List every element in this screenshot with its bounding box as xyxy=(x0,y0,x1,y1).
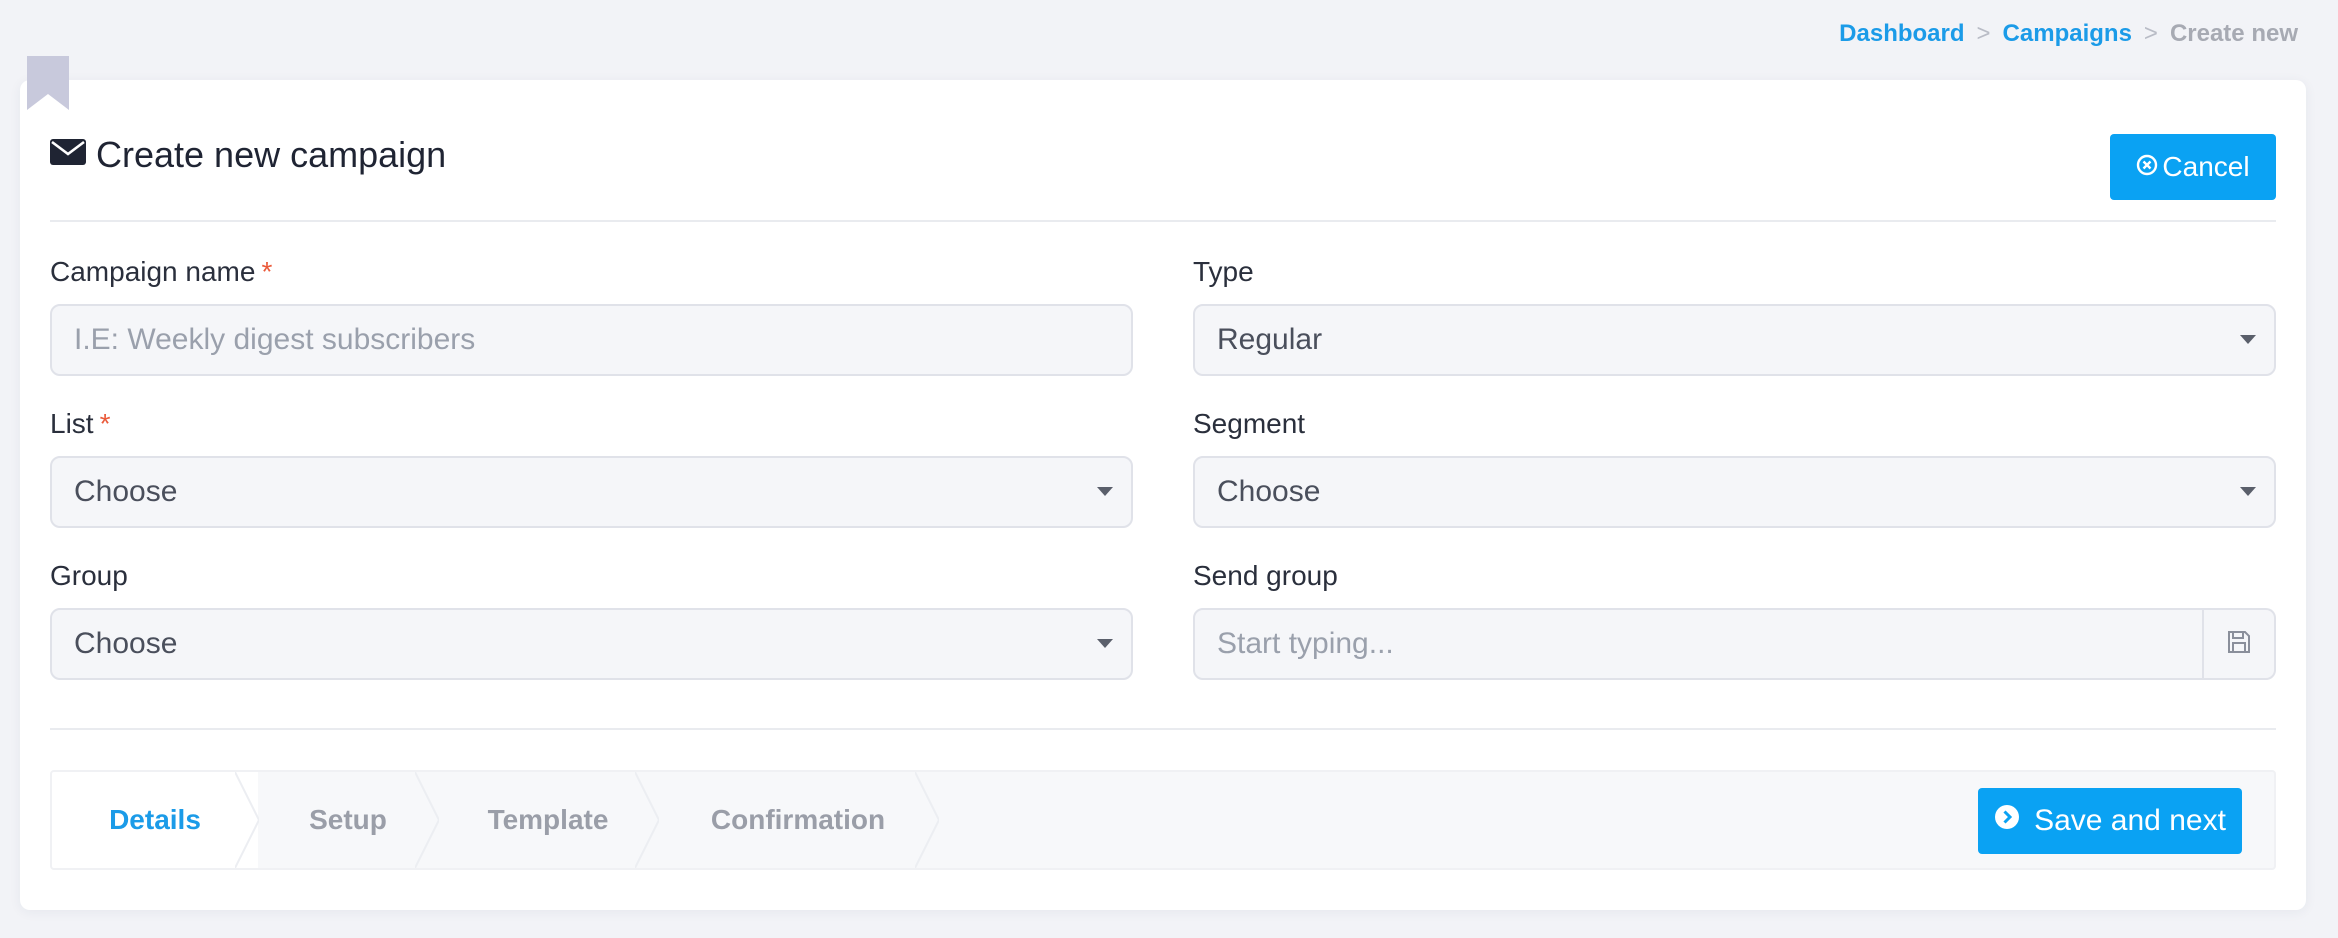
step-template[interactable]: Template xyxy=(438,772,659,868)
step-setup[interactable]: Setup xyxy=(258,772,439,868)
step-confirmation[interactable]: Confirmation xyxy=(658,772,939,868)
step-label: Confirmation xyxy=(710,804,886,835)
campaign-name-label-text: Campaign name xyxy=(50,256,256,287)
campaign-name-placeholder: I.E: Weekly digest subscribers xyxy=(74,323,476,356)
list-select[interactable]: Choose xyxy=(50,456,1133,528)
type-label: Type xyxy=(1193,256,2276,290)
breadcrumb-separator: > xyxy=(1976,20,1991,47)
bookmark-icon xyxy=(27,56,69,110)
send-group-label-text: Send group xyxy=(1193,560,1338,591)
page-title-text: Create new campaign xyxy=(96,134,447,175)
chevron-down-icon xyxy=(2240,335,2256,344)
send-group-placeholder: Start typing... xyxy=(1217,627,1394,660)
step-label: Setup xyxy=(309,804,387,835)
cancel-label: Cancel xyxy=(2162,151,2250,182)
header-divider xyxy=(50,220,2276,222)
campaign-name-group: Campaign name * I.E: Weekly digest subscr… xyxy=(50,256,1133,376)
envelope-icon xyxy=(50,134,86,176)
list-label-text: List xyxy=(50,408,94,439)
step-label: Details xyxy=(109,804,201,835)
send-group-input-group: Start typing... xyxy=(1193,608,2276,680)
list-label: List * xyxy=(50,408,1133,442)
campaign-card: Create new campaign Cancel Campaign name… xyxy=(20,80,2306,910)
wizard-steps: Details Setup Template Confirmation xyxy=(52,772,939,868)
floppy-disk-icon xyxy=(2226,629,2252,660)
cancel-button[interactable]: Cancel xyxy=(2110,134,2276,200)
list-group: List * Choose xyxy=(50,408,1133,528)
type-select-value: Regular xyxy=(1217,323,1323,356)
send-group-group: Send group Start typing... xyxy=(1193,560,2276,680)
segment-label: Segment xyxy=(1193,408,2276,442)
list-select-value: Choose xyxy=(74,475,178,508)
step-label: Template xyxy=(487,804,609,835)
segment-select-value: Choose xyxy=(1217,475,1321,508)
save-and-next-button[interactable]: Save and next xyxy=(1978,788,2242,854)
chevron-circle-right-icon xyxy=(1994,804,2020,838)
chevron-down-icon xyxy=(1097,639,1113,648)
campaign-name-input[interactable]: I.E: Weekly digest subscribers xyxy=(50,304,1133,376)
group-label: Group xyxy=(50,560,1133,594)
campaign-name-label: Campaign name * xyxy=(50,256,1133,290)
step-arrow-icon xyxy=(415,772,439,868)
group-select[interactable]: Choose xyxy=(50,608,1133,680)
send-group-label: Send group xyxy=(1193,560,2276,594)
segment-select[interactable]: Choose xyxy=(1193,456,2276,528)
save-and-next-label: Save and next xyxy=(2034,804,2226,837)
step-arrow-icon xyxy=(635,772,659,868)
group-label-text: Group xyxy=(50,560,128,591)
segment-group: Segment Choose xyxy=(1193,408,2276,528)
save-group-button[interactable] xyxy=(2204,608,2276,680)
type-group: Type Regular xyxy=(1193,256,2276,376)
step-arrow-icon xyxy=(915,772,939,868)
x-circle-icon xyxy=(2136,151,2158,183)
chevron-down-icon xyxy=(2240,487,2256,496)
step-details[interactable]: Details xyxy=(52,772,259,868)
card-header: Create new campaign Cancel xyxy=(50,134,2276,214)
chevron-down-icon xyxy=(1097,487,1113,496)
required-mark: * xyxy=(99,408,111,439)
breadcrumb-separator: > xyxy=(2143,20,2158,47)
breadcrumb-campaigns[interactable]: Campaigns xyxy=(2003,20,2132,48)
group-select-value: Choose xyxy=(74,627,178,660)
form-divider xyxy=(50,728,2276,730)
segment-label-text: Segment xyxy=(1193,408,1306,439)
breadcrumb-current: Create new xyxy=(2169,20,2298,47)
step-arrow-icon xyxy=(235,772,259,868)
page-title: Create new campaign xyxy=(50,134,446,176)
breadcrumb: Dashboard > Campaigns > Create new xyxy=(1839,20,2298,48)
type-select[interactable]: Regular xyxy=(1193,304,2276,376)
wizard-steps-bar: Details Setup Template Confirmation Save… xyxy=(50,770,2276,870)
breadcrumb-dashboard[interactable]: Dashboard xyxy=(1839,20,1964,48)
type-label-text: Type xyxy=(1193,256,1254,287)
group-group: Group Choose xyxy=(50,560,1133,680)
send-group-input[interactable]: Start typing... xyxy=(1193,608,2204,680)
required-mark: * xyxy=(261,256,273,287)
